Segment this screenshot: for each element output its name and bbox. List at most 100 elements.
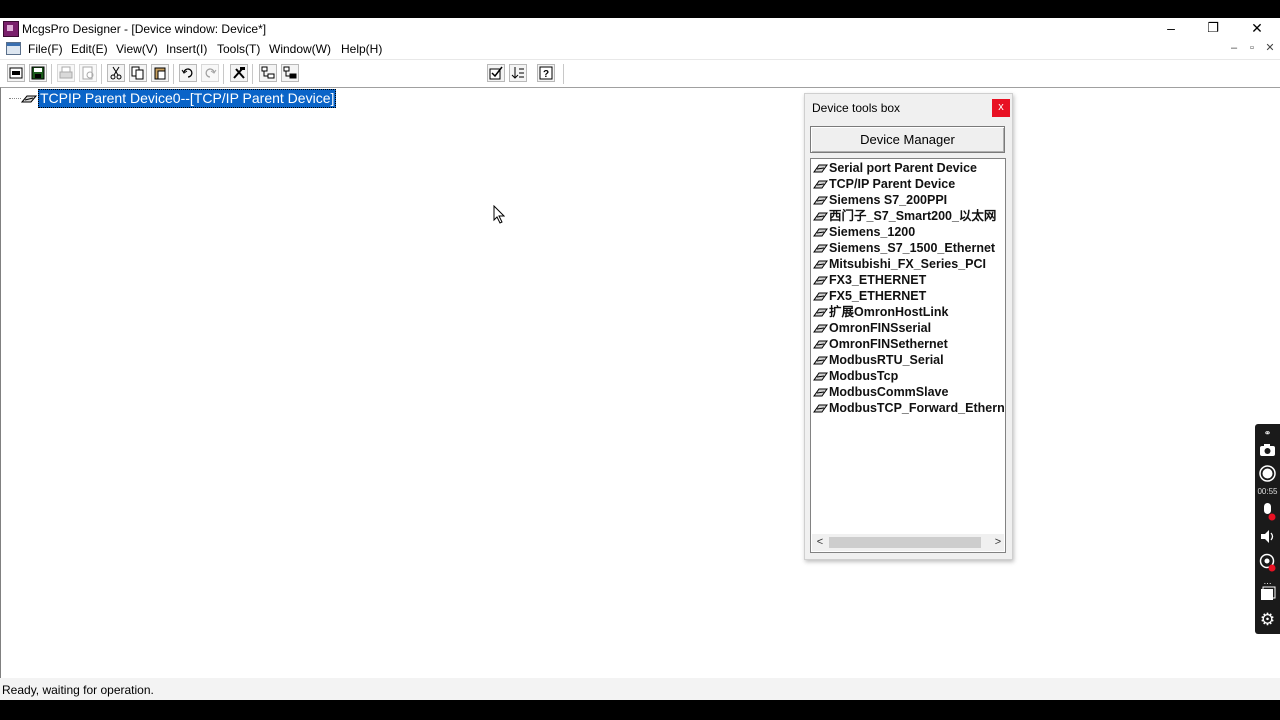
status-bar: Ready, waiting for operation. (0, 678, 1280, 700)
check-button[interactable] (487, 64, 505, 82)
device-list-item[interactable]: FX5_ETHERNET (813, 288, 926, 304)
window-icon[interactable] (1258, 585, 1277, 604)
device-list-item-label: OmronFINSserial (829, 321, 932, 335)
speaker-icon[interactable] (1258, 528, 1277, 547)
scroll-right-button[interactable]: > (990, 534, 1005, 551)
help-button[interactable]: ? (537, 64, 555, 82)
minimize-button[interactable]: – (1150, 18, 1192, 40)
device-list-item-label: Mitsubishi_FX_Series_PCI (829, 257, 987, 271)
tree-expand-button[interactable] (259, 64, 277, 82)
save-button[interactable] (29, 64, 47, 82)
print-icon (59, 66, 73, 79)
device-list-item[interactable]: Siemens S7_200PPI (813, 192, 947, 208)
copy-icon (131, 66, 144, 80)
tree-collapse-button[interactable] (281, 64, 299, 82)
device-list-item-label: ModbusTcp (829, 369, 899, 383)
device-icon (813, 324, 828, 333)
device-list-item[interactable]: Siemens_1200 (813, 224, 915, 240)
device-icon (813, 244, 828, 253)
menu-insert[interactable]: Insert(I) (166, 42, 207, 56)
device-manager-button[interactable]: Device Manager (810, 126, 1005, 153)
undo-button[interactable] (179, 64, 197, 82)
device-list-item-label: Siemens S7_200PPI (829, 193, 948, 207)
recorder-toolbar: ⚭ 00:55 ⋯ ⚙ (1255, 424, 1280, 634)
cut-button[interactable] (107, 64, 125, 82)
paste-button[interactable] (151, 64, 169, 82)
status-text: Ready, waiting for operation. (2, 683, 154, 697)
menu-help[interactable]: Help(H) (341, 42, 382, 56)
webcam-muted-icon[interactable] (1258, 553, 1277, 572)
menu-view[interactable]: View(V) (116, 42, 158, 56)
device-list-item-label: OmronFINSethernet (829, 337, 948, 351)
mdi-close-button[interactable]: ✕ (1262, 42, 1278, 56)
tree-expand-icon (261, 66, 275, 79)
toolbar-separator (101, 64, 102, 84)
menu-edit[interactable]: Edit(E) (71, 42, 108, 56)
device-icon (813, 308, 828, 317)
settings-icon[interactable]: ⚙ (1258, 610, 1277, 629)
device-icon (813, 292, 828, 301)
menu-tools[interactable]: Tools(T) (217, 42, 260, 56)
device-list[interactable]: Serial port Parent Device TCP/IP Parent D… (810, 158, 1006, 553)
camera-shape (1260, 444, 1275, 456)
tree-connector (9, 98, 21, 99)
new-icon (9, 67, 23, 79)
menu-window[interactable]: Window(W) (269, 42, 331, 56)
horizontal-scrollbar[interactable]: < > (812, 534, 1004, 551)
tools-button[interactable] (230, 64, 248, 82)
device-list-item-label: TCP/IP Parent Device (829, 177, 956, 191)
device-list-item-label: ModbusRTU_Serial (829, 353, 944, 367)
mdi-restore-button[interactable]: ▫ (1244, 42, 1260, 56)
device-list-item[interactable]: OmronFINSserial (813, 320, 931, 336)
app-logo-icon (3, 21, 19, 37)
device-list-item[interactable]: Serial port Parent Device (813, 160, 977, 176)
mouse-cursor-icon (493, 205, 505, 224)
scroll-thumb[interactable] (829, 537, 981, 548)
sort-button[interactable] (509, 64, 527, 82)
device-list-item[interactable]: Mitsubishi_FX_Series_PCI (813, 256, 986, 272)
device-icon (21, 95, 37, 103)
device-list-item[interactable]: TCP/IP Parent Device (813, 176, 955, 192)
device-list-item-label: 扩展OmronHostLink (829, 305, 949, 319)
camera-icon[interactable] (1258, 440, 1277, 459)
device-list-item[interactable]: Siemens_S7_1500_Ethernet (813, 240, 995, 256)
device-icon (813, 372, 828, 381)
toolbar-separator (173, 64, 174, 84)
scroll-left-button[interactable]: < (812, 534, 828, 551)
device-tools-box: Device tools box x Device Manager Serial… (804, 93, 1013, 560)
title-bar: McgsPro Designer - [Device window: Devic… (0, 18, 1280, 40)
document-icon[interactable] (6, 42, 21, 55)
device-list-item[interactable]: ModbusRTU_Serial (813, 352, 944, 368)
mic-muted-icon[interactable] (1258, 502, 1277, 521)
device-list-item[interactable]: 扩展OmronHostLink (813, 304, 948, 320)
device-list-item[interactable]: ModbusTcp (813, 368, 898, 384)
close-button[interactable]: ✕ (1236, 18, 1278, 40)
tree-node-tcpip-parent-device[interactable]: TCPIP Parent Device0--[TCP/IP Parent Dev… (38, 89, 337, 108)
device-list-item[interactable]: 西门子_S7_Smart200_以太网 (813, 208, 996, 224)
device-list-item[interactable]: FX3_ETHERNET (813, 272, 926, 288)
screen: McgsPro Designer - [Device window: Devic… (0, 18, 1280, 700)
new-button[interactable] (7, 64, 25, 82)
redo-button[interactable] (201, 64, 219, 82)
toolbar-separator (563, 64, 564, 84)
recording-time: 00:55 (1257, 487, 1278, 496)
copy-button[interactable] (129, 64, 147, 82)
menu-file[interactable]: File(F) (28, 42, 63, 56)
record-icon[interactable] (1258, 465, 1277, 484)
device-icon (813, 196, 828, 205)
device-icon (813, 260, 828, 269)
toolbar-separator (252, 64, 253, 84)
record-shape (1259, 465, 1276, 482)
print-preview-button[interactable] (79, 64, 97, 82)
device-icon (813, 356, 828, 365)
device-list-item-label: FX5_ETHERNET (829, 289, 927, 303)
mic-shape (1264, 503, 1276, 521)
device-tools-box-close-button[interactable]: x (992, 99, 1010, 117)
print-button[interactable] (57, 64, 75, 82)
device-list-item[interactable]: ModbusCommSlave (813, 384, 948, 400)
mdi-minimize-button[interactable]: – (1226, 42, 1242, 56)
restore-button[interactable]: ❐ (1192, 18, 1234, 40)
device-list-item[interactable]: ModbusTCP_Forward_Ethernet (813, 400, 1005, 416)
device-list-item[interactable]: OmronFINSethernet (813, 336, 948, 352)
device-window[interactable]: TCPIP Parent Device0--[TCP/IP Parent Dev… (0, 87, 1280, 678)
